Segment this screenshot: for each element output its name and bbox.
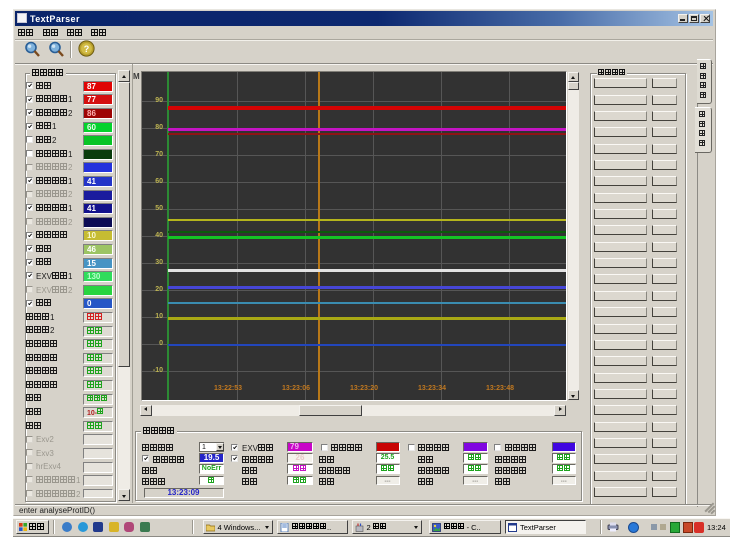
svg-text:?: ? (84, 44, 90, 54)
